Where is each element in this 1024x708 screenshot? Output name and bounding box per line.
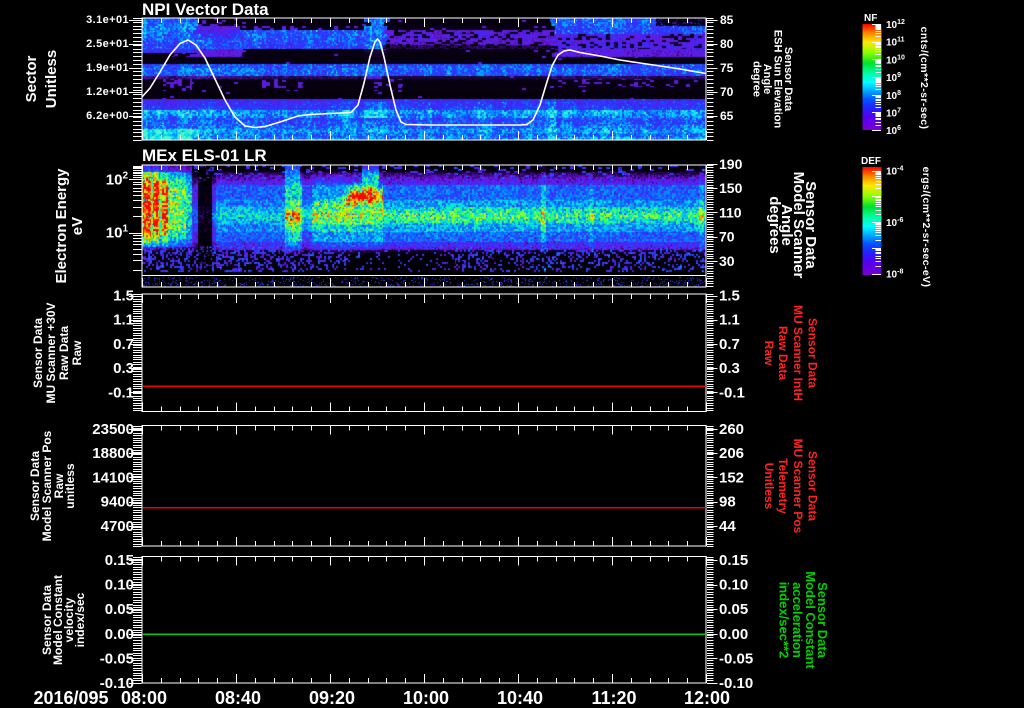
- svg-text:Sector: Sector: [23, 55, 40, 102]
- svg-text:206: 206: [719, 445, 744, 462]
- svg-text:1.1: 1.1: [719, 312, 740, 329]
- svg-text:09:20: 09:20: [309, 688, 355, 708]
- svg-text:0.15: 0.15: [719, 552, 748, 569]
- svg-text:30: 30: [719, 253, 735, 269]
- svg-text:152: 152: [719, 469, 744, 486]
- svg-text:1.9e+01: 1.9e+01: [86, 62, 129, 74]
- svg-text:Unitless: Unitless: [762, 463, 776, 510]
- svg-text:107: 107: [886, 108, 901, 120]
- svg-text:23500: 23500: [92, 421, 134, 438]
- svg-text:4700: 4700: [101, 518, 134, 535]
- svg-text:ergs/(cm**2-sr-sec-eV): ergs/(cm**2-sr-sec-eV): [920, 167, 932, 288]
- svg-text:-0.1: -0.1: [719, 384, 745, 401]
- svg-text:1.5: 1.5: [719, 288, 740, 305]
- svg-text:cnts/(cm**2-sr-sec): cnts/(cm**2-sr-sec): [918, 27, 930, 130]
- svg-text:110: 110: [719, 205, 742, 221]
- svg-text:08:00: 08:00: [121, 688, 167, 708]
- svg-text:101: 101: [106, 224, 129, 242]
- svg-text:65: 65: [720, 109, 734, 123]
- svg-text:0.05: 0.05: [719, 601, 748, 618]
- svg-text:Telemetry: Telemetry: [776, 458, 790, 514]
- svg-text:0.00: 0.00: [105, 626, 134, 643]
- svg-text:DEF: DEF: [861, 156, 881, 167]
- svg-text:eV: eV: [69, 217, 86, 235]
- svg-text:unitless: unitless: [63, 463, 77, 509]
- svg-text:70: 70: [720, 85, 734, 99]
- svg-text:NF: NF: [864, 13, 877, 24]
- svg-text:Raw Data: Raw Data: [776, 326, 790, 380]
- svg-text:10:40: 10:40: [497, 688, 543, 708]
- svg-text:0.10: 0.10: [105, 577, 134, 594]
- svg-text:10-8: 10-8: [886, 269, 903, 281]
- svg-text:106: 106: [886, 125, 901, 137]
- svg-text:-0.1: -0.1: [108, 384, 134, 401]
- svg-text:14100: 14100: [92, 469, 134, 486]
- svg-text:index/sec**2: index/sec**2: [777, 582, 792, 659]
- svg-text:1011: 1011: [886, 37, 905, 49]
- svg-text:MEx ELS-01 LR: MEx ELS-01 LR: [142, 146, 267, 165]
- svg-text:MU Scanner +30V: MU Scanner +30V: [44, 302, 58, 403]
- svg-text:0.10: 0.10: [719, 577, 748, 594]
- svg-text:11:20: 11:20: [591, 688, 636, 708]
- svg-text:6.2e+00: 6.2e+00: [86, 110, 129, 122]
- svg-text:-0.05: -0.05: [100, 650, 134, 667]
- svg-text:190: 190: [719, 156, 743, 172]
- svg-text:2.5e+01: 2.5e+01: [86, 38, 129, 50]
- svg-text:Sensor Data: Sensor Data: [806, 318, 820, 388]
- svg-text:1012: 1012: [886, 19, 905, 31]
- svg-text:102: 102: [106, 170, 129, 188]
- svg-text:1.5: 1.5: [113, 288, 134, 305]
- svg-text:0.00: 0.00: [719, 626, 748, 643]
- svg-text:0.05: 0.05: [105, 601, 134, 618]
- svg-text:1010: 1010: [886, 54, 905, 66]
- svg-text:Raw Data: Raw Data: [57, 326, 71, 380]
- svg-text:Raw: Raw: [70, 340, 84, 365]
- svg-text:0.15: 0.15: [105, 552, 134, 569]
- svg-text:18800: 18800: [92, 445, 134, 462]
- svg-text:08:40: 08:40: [215, 688, 261, 708]
- svg-text:0.7: 0.7: [113, 336, 134, 353]
- svg-text:0.3: 0.3: [719, 360, 740, 377]
- svg-text:degrees: degrees: [766, 196, 783, 254]
- svg-text:80: 80: [720, 37, 734, 51]
- svg-text:12:00: 12:00: [684, 688, 730, 708]
- svg-text:Sensor Data: Sensor Data: [31, 318, 45, 388]
- svg-text:1.1: 1.1: [113, 312, 134, 329]
- svg-text:10-4: 10-4: [886, 166, 903, 178]
- svg-text:Unitless: Unitless: [43, 50, 60, 108]
- svg-text:degree: degree: [751, 61, 763, 97]
- svg-text:75: 75: [720, 61, 734, 75]
- svg-text:44: 44: [719, 518, 736, 535]
- svg-text:2016/095: 2016/095: [33, 688, 108, 708]
- svg-text:0.7: 0.7: [719, 336, 740, 353]
- svg-text:98: 98: [719, 494, 736, 511]
- svg-text:260: 260: [719, 421, 744, 438]
- svg-text:9400: 9400: [101, 494, 134, 511]
- svg-text:Raw: Raw: [762, 341, 776, 366]
- svg-text:Electron Energy: Electron Energy: [53, 168, 70, 284]
- svg-text:NPI Vector Data: NPI Vector Data: [142, 0, 269, 19]
- svg-text:Sensor Data: Sensor Data: [806, 451, 820, 521]
- svg-text:109: 109: [886, 72, 901, 84]
- svg-text:3.1e+01: 3.1e+01: [86, 14, 129, 26]
- svg-text:85: 85: [720, 13, 734, 27]
- svg-text:MU Scanner Pos: MU Scanner Pos: [791, 439, 805, 534]
- svg-text:10-6: 10-6: [886, 217, 903, 229]
- svg-text:108: 108: [886, 90, 901, 102]
- svg-text:MU Scanner IntH: MU Scanner IntH: [791, 305, 805, 401]
- svg-text:-0.05: -0.05: [719, 650, 753, 667]
- svg-text:150: 150: [719, 180, 743, 196]
- svg-text:index/sec: index/sec: [73, 592, 87, 647]
- svg-text:1.2e+01: 1.2e+01: [86, 86, 129, 98]
- svg-text:10:00: 10:00: [403, 688, 449, 708]
- svg-text:70: 70: [719, 229, 735, 245]
- svg-text:0.3: 0.3: [113, 360, 134, 377]
